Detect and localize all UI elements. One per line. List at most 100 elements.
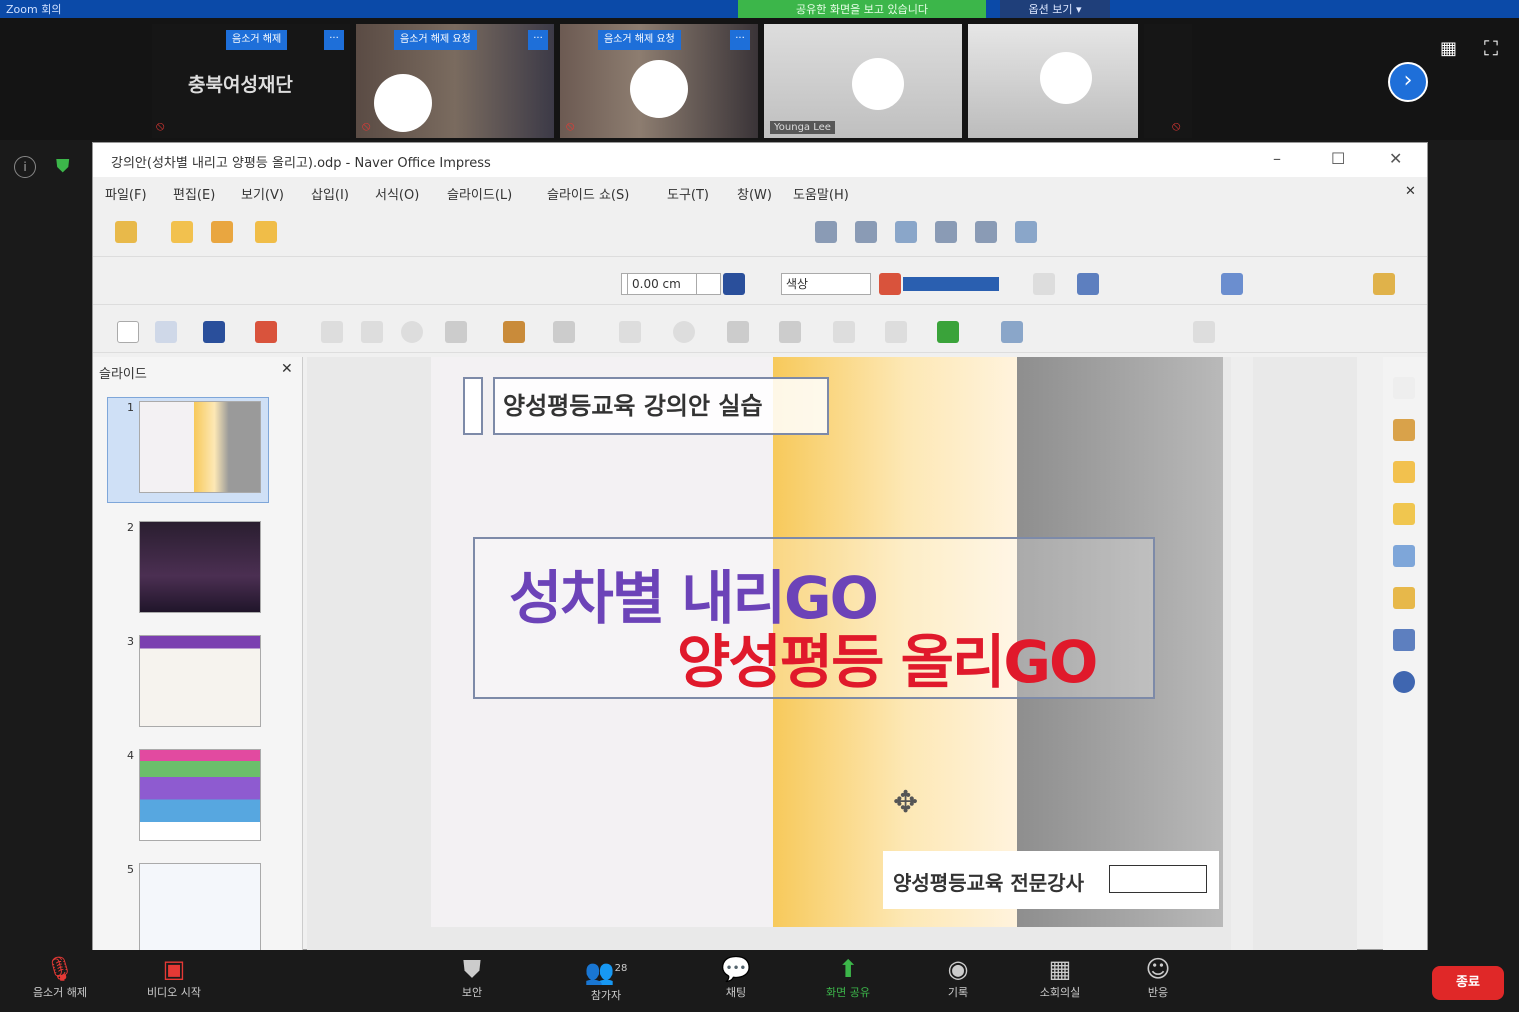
text-icon[interactable] — [815, 221, 837, 243]
symbol-shapes-icon[interactable] — [673, 321, 695, 343]
3d-objects-icon[interactable] — [937, 321, 959, 343]
slide-thumbnail-3[interactable] — [139, 635, 261, 727]
open-icon[interactable] — [171, 221, 193, 243]
rotate-icon[interactable] — [1221, 273, 1243, 295]
participant-tile-6[interactable]: ⦸ — [1144, 24, 1192, 138]
stars-icon[interactable] — [885, 321, 907, 343]
more-options-icon[interactable]: ··· — [528, 30, 548, 50]
security-button[interactable]: ⛊ 보안 — [432, 954, 512, 1000]
slide-title-textbox[interactable]: 성차별 내리GO 양성평등 올리GO — [473, 537, 1155, 699]
unmute-request-label[interactable]: 음소거 해제 요청 — [598, 30, 681, 50]
table-icon[interactable] — [935, 221, 957, 243]
line-width-field[interactable]: 0.00 cm — [627, 273, 697, 295]
menu-insert[interactable]: 삽입(I) — [311, 184, 349, 203]
view-options-button[interactable]: 옵션 보기 ▾ — [1000, 0, 1110, 20]
close-doc-icon[interactable]: ✕ — [1405, 184, 1416, 199]
next-page-button[interactable]: › — [1388, 62, 1428, 102]
participant-tile-5[interactable] — [968, 24, 1138, 138]
fill-color-icon[interactable] — [879, 273, 901, 295]
export-icon[interactable] — [255, 221, 277, 243]
slide-canvas[interactable]: 양성평등교육 강의안 실습 성차별 내리GO 양성평등 올리GO ✥ 양성평등교… — [307, 357, 1357, 951]
participant-tile-3[interactable]: 음소거 해제 요청 ··· ⦸ — [560, 24, 758, 138]
line-tool-icon[interactable] — [321, 321, 343, 343]
minimize-icon[interactable]: – — [1273, 149, 1281, 168]
properties-icon[interactable] — [1393, 377, 1415, 399]
unmute-button[interactable]: 🎙 음소거 해제 — [20, 954, 100, 1000]
close-icon[interactable]: ✕ — [1389, 149, 1402, 168]
arrange-icon[interactable] — [1077, 273, 1099, 295]
current-slide[interactable]: 양성평등교육 강의안 실습 성차별 내리GO 양성평등 올리GO ✥ 양성평등교… — [431, 357, 1223, 927]
zoom-icon[interactable] — [155, 321, 177, 343]
record-button[interactable]: ◉ 기록 — [918, 954, 998, 1000]
callouts-icon[interactable] — [833, 321, 855, 343]
crop-icon[interactable] — [1193, 321, 1215, 343]
gallery-view-icon[interactable]: ▦ — [1440, 38, 1457, 59]
slide-transition-icon[interactable] — [1393, 461, 1415, 483]
slide-thumbnail-4[interactable] — [139, 749, 261, 841]
fontwork-icon[interactable] — [855, 221, 877, 243]
menu-slideshow[interactable]: 슬라이드 쇼(S) — [547, 184, 629, 203]
curve-icon[interactable] — [503, 321, 525, 343]
slide-thumbnail-1[interactable] — [139, 401, 261, 493]
gallery-icon[interactable] — [1393, 629, 1415, 651]
chat-button[interactable]: 💬 채팅 — [696, 954, 776, 1000]
close-panel-icon[interactable]: ✕ — [281, 361, 293, 377]
participants-button[interactable]: 👥28 참가자 — [566, 954, 646, 1003]
effects-icon[interactable] — [1373, 273, 1395, 295]
footer-name-field[interactable] — [1109, 865, 1207, 893]
chart-icon[interactable] — [975, 221, 997, 243]
menu-format[interactable]: 서식(O) — [375, 184, 419, 203]
callout-icon[interactable] — [895, 221, 917, 243]
maximize-icon[interactable]: ☐ — [1331, 149, 1345, 168]
end-meeting-button[interactable]: 종료 — [1432, 966, 1504, 1000]
participant-tile-2[interactable]: 음소거 해제 요청 ··· ⦸ — [356, 24, 554, 138]
menu-help[interactable]: 도움말(H) — [793, 184, 849, 203]
breakout-rooms-button[interactable]: ▦ 소회의실 — [1020, 954, 1100, 1000]
line-color-icon[interactable] — [203, 321, 225, 343]
menu-edit[interactable]: 편집(E) — [173, 184, 215, 203]
animation-icon[interactable] — [1393, 503, 1415, 525]
arrow-icon[interactable] — [445, 321, 467, 343]
menu-file[interactable]: 파일(F) — [105, 184, 147, 203]
reactions-button[interactable]: ☺ 반응 — [1118, 954, 1198, 1000]
ellipse-icon[interactable] — [401, 321, 423, 343]
basic-shapes-icon[interactable] — [619, 321, 641, 343]
master-slides-icon[interactable] — [1393, 545, 1415, 567]
media-icon[interactable] — [1015, 221, 1037, 243]
unmute-request-label[interactable]: 음소거 해제 요청 — [394, 30, 477, 50]
vertical-scrollbar[interactable] — [1231, 357, 1253, 951]
participant-tile-4[interactable]: Younga Lee — [764, 24, 962, 138]
rectangle-icon[interactable] — [361, 321, 383, 343]
fullscreen-icon[interactable]: ⛶ — [1484, 36, 1498, 60]
points-icon[interactable] — [1001, 321, 1023, 343]
slide-head-textbox[interactable]: 양성평등교육 강의안 실습 — [493, 377, 829, 435]
unmute-label[interactable]: 음소거 해제 — [226, 30, 288, 50]
new-icon[interactable] — [115, 221, 137, 243]
flowchart-icon[interactable] — [779, 321, 801, 343]
info-icon[interactable]: i — [14, 156, 36, 178]
select-arrow-icon[interactable] — [117, 321, 139, 343]
navigator-icon[interactable] — [1393, 671, 1415, 693]
participant-tile-1[interactable]: 음소거 해제 ··· 충북여성재단 ⦸ — [152, 24, 350, 138]
slide-tag-box[interactable] — [463, 377, 483, 435]
block-arrows-icon[interactable] — [727, 321, 749, 343]
connector-icon[interactable] — [553, 321, 575, 343]
slide-thumbnail-5[interactable] — [139, 863, 261, 955]
shadow-icon[interactable] — [1033, 273, 1055, 295]
more-options-icon[interactable]: ··· — [730, 30, 750, 50]
menu-tools[interactable]: 도구(T) — [667, 184, 709, 203]
start-video-button[interactable]: ▣ 비디오 시작 — [134, 954, 214, 1000]
menu-window[interactable]: 창(W) — [737, 184, 772, 203]
fill-icon[interactable] — [255, 321, 277, 343]
more-options-icon[interactable]: ··· — [324, 30, 344, 50]
share-screen-button[interactable]: ⬆ 화면 공유 — [808, 954, 888, 1000]
line-color-icon[interactable] — [723, 273, 745, 295]
menu-view[interactable]: 보기(V) — [241, 184, 284, 203]
styles-icon[interactable] — [1393, 587, 1415, 609]
slide-footer-box[interactable]: 양성평등교육 전문강사 — [883, 851, 1219, 909]
area-style-select[interactable]: 색상 — [781, 273, 871, 295]
tools-icon[interactable] — [1393, 419, 1415, 441]
slide-thumbnail-2[interactable] — [139, 521, 261, 613]
save-icon[interactable] — [211, 221, 233, 243]
menu-slide[interactable]: 슬라이드(L) — [447, 184, 512, 203]
